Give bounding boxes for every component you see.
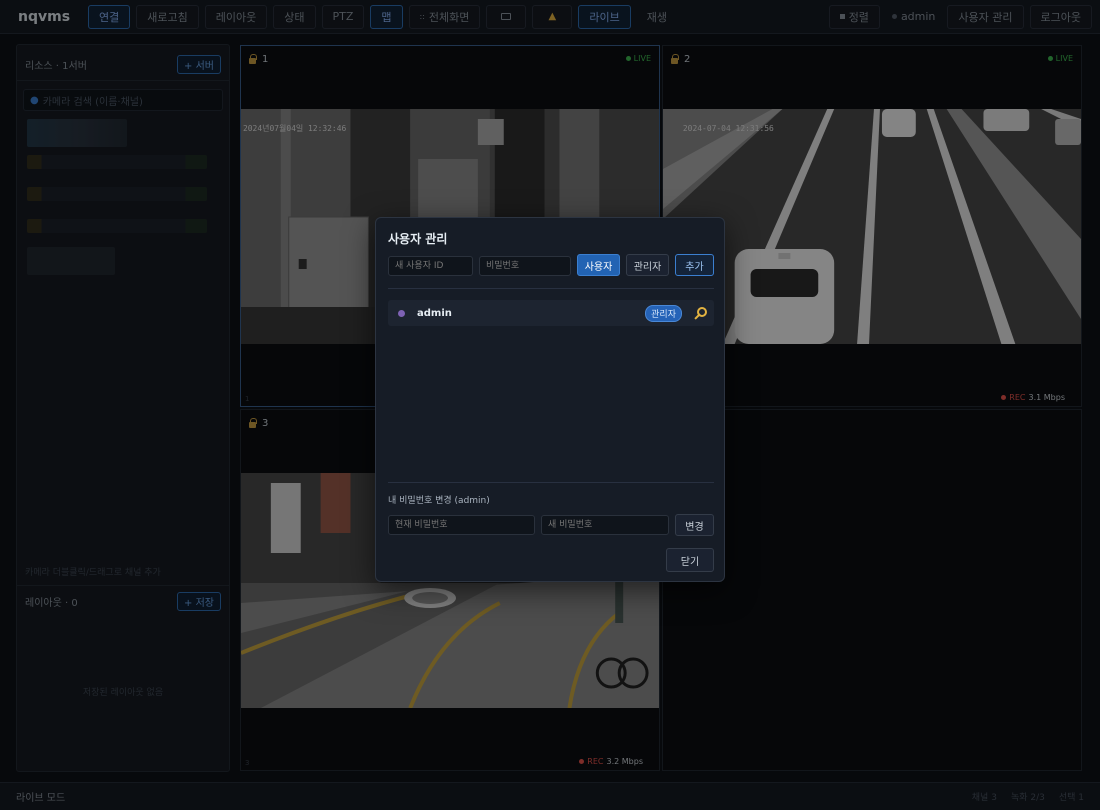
password-section-label: 내 비밀번호 변경 (admin): [388, 496, 490, 506]
role-user-button[interactable]: 사용자: [577, 254, 620, 276]
dialog-divider: [388, 288, 714, 289]
user-name: admin: [417, 307, 452, 319]
new-user-password-input[interactable]: [479, 256, 571, 276]
key-icon[interactable]: [692, 307, 707, 319]
new-password-input[interactable]: [541, 515, 669, 535]
dialog-title: 사용자 관리: [388, 232, 448, 246]
user-avatar-icon: [398, 309, 405, 317]
current-password-input[interactable]: [388, 515, 535, 535]
close-dialog-button[interactable]: 닫기: [666, 548, 714, 572]
role-badge: 관리자: [645, 304, 682, 322]
change-password-button[interactable]: 변경: [675, 514, 714, 536]
new-user-id-input[interactable]: [388, 256, 473, 276]
user-management-dialog: 사용자 관리 사용자 관리자 추가 admin 관리자 내 비밀번호 변경 (a…: [375, 217, 725, 582]
app-root: nqvms 연결 새로고침 레이아웃 상태 PTZ 맵 :: 전체화면 ▲ 라이…: [0, 0, 1100, 810]
add-user-button[interactable]: 추가: [675, 254, 714, 276]
user-list-item[interactable]: admin 관리자: [388, 300, 714, 326]
dialog-divider: [388, 482, 714, 483]
role-admin-button[interactable]: 관리자: [626, 254, 669, 276]
